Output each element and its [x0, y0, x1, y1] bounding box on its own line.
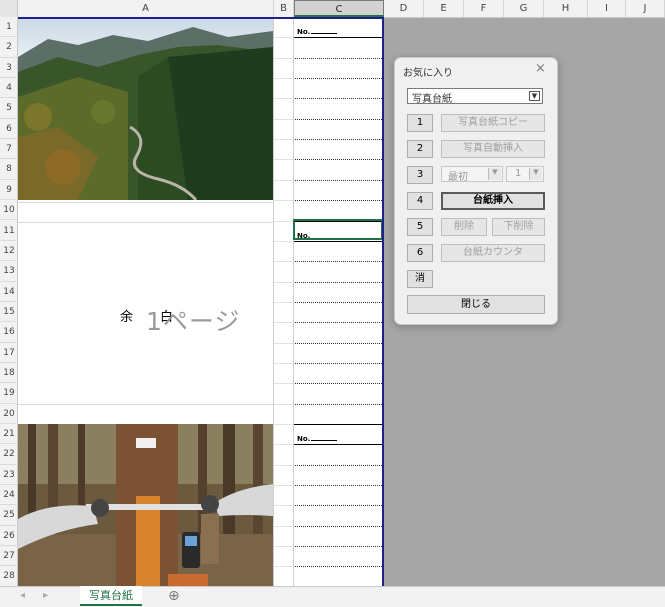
column-header-d[interactable]: D	[384, 0, 424, 17]
add-sheet-icon[interactable]: ⊕	[168, 588, 180, 604]
no-label-3-text: No.	[297, 435, 311, 443]
next-sheet-icon[interactable]: ▸	[43, 590, 48, 601]
blank-label-large: 1ページ	[146, 307, 241, 336]
position-select[interactable]: 最初 ▼	[441, 166, 503, 183]
prev-sheet-icon[interactable]: ◂	[20, 590, 25, 601]
row-header-7[interactable]: 7	[0, 139, 18, 160]
column-header-a[interactable]: A	[18, 0, 274, 17]
delete-button[interactable]: 削除	[441, 218, 487, 236]
template-combobox-value: 写真台紙	[412, 94, 452, 105]
number-6-button[interactable]: 6	[407, 244, 433, 262]
row-header-1[interactable]: 1	[0, 17, 18, 38]
row-header-24[interactable]: 24	[0, 485, 18, 506]
row-header-28[interactable]: 28	[0, 566, 18, 587]
forest-photo[interactable]	[18, 17, 273, 200]
sheet-tab-photo-template[interactable]: 写真台紙	[80, 586, 142, 606]
count-chevron-down-icon: ▼	[529, 168, 542, 180]
position-select-value: 最初	[448, 172, 468, 183]
template-counter-button[interactable]: 台紙カウンタ	[441, 244, 545, 262]
column-header-c[interactable]: C	[294, 0, 384, 17]
row-header-26[interactable]: 26	[0, 526, 18, 547]
no-label-1-text: No.	[297, 28, 311, 36]
row-header-22[interactable]: 22	[0, 444, 18, 465]
row-header-18[interactable]: 18	[0, 363, 18, 384]
insert-template-button[interactable]: 台紙挿入	[441, 192, 545, 210]
row-header-bar: 1 2 3 4 5 6 7 8 9 10 11 12 13 14 15 16 17 18 19 20 21 22 23 24 2…	[0, 17, 18, 587]
tree-measurement-photo-image	[18, 424, 273, 586]
close-icon[interactable]: ×	[535, 61, 546, 76]
auto-insert-button[interactable]: 写真自動挿入	[441, 140, 545, 158]
copy-template-button[interactable]: 写真台紙コピー	[441, 114, 545, 132]
row-header-17[interactable]: 17	[0, 343, 18, 363]
row-header-15[interactable]: 15	[0, 302, 18, 323]
page-break-line-top	[18, 17, 384, 19]
template-combobox[interactable]: 写真台紙 ▼	[407, 88, 543, 105]
position-chevron-down-icon: ▼	[488, 168, 501, 180]
row-header-4[interactable]: 4	[0, 78, 18, 99]
dialog-title: お気に入り	[403, 68, 453, 79]
erase-button[interactable]: 消	[407, 270, 433, 288]
page-break-line-right	[382, 17, 384, 586]
row-header-23[interactable]: 23	[0, 465, 18, 486]
no-label-3: No.	[297, 435, 338, 443]
row-header-21[interactable]: 21	[0, 424, 18, 445]
select-all-corner[interactable]	[0, 0, 18, 17]
row-header-14[interactable]: 14	[0, 282, 18, 302]
row-header-2[interactable]: 2	[0, 37, 18, 58]
column-header-i[interactable]: I	[588, 0, 626, 17]
row-header-8[interactable]: 8	[0, 159, 18, 180]
row-header-6[interactable]: 6	[0, 119, 18, 140]
row-header-20[interactable]: 20	[0, 404, 18, 424]
number-5-button[interactable]: 5	[407, 218, 433, 236]
favorites-dialog: お気に入り × 写真台紙 ▼ 1 写真台紙コピー 2 写真自動挿入 3 最初 ▼…	[394, 57, 558, 325]
row-header-16[interactable]: 16	[0, 322, 18, 343]
column-header-j[interactable]: J	[626, 0, 665, 17]
no-label-1: No.	[297, 28, 338, 36]
number-3-button[interactable]: 3	[407, 166, 433, 184]
row-header-19[interactable]: 19	[0, 383, 18, 404]
column-header-h[interactable]: H	[544, 0, 588, 17]
row-header-5[interactable]: 5	[0, 98, 18, 119]
close-dialog-button[interactable]: 閉じる	[407, 295, 545, 314]
column-header-bar: A B C D E F G H I J	[0, 0, 665, 18]
count-select[interactable]: 1 ▼	[506, 166, 544, 182]
column-header-e[interactable]: E	[424, 0, 464, 17]
forest-photo-image	[18, 17, 273, 200]
selected-cell-c11[interactable]	[293, 219, 383, 240]
blank-page-area: 余 白 1ページ	[18, 222, 273, 403]
number-4-button[interactable]: 4	[407, 192, 433, 210]
row-header-10[interactable]: 10	[0, 200, 18, 221]
row-header-12[interactable]: 12	[0, 241, 18, 262]
row-header-13[interactable]: 13	[0, 261, 18, 282]
tree-measurement-photo[interactable]	[18, 424, 273, 586]
number-2-button[interactable]: 2	[407, 140, 433, 158]
column-header-g[interactable]: G	[504, 0, 544, 17]
column-header-f[interactable]: F	[464, 0, 504, 17]
row-header-11[interactable]: 11	[0, 221, 18, 241]
blank-label-small-1: 余	[120, 310, 134, 325]
row-header-25[interactable]: 25	[0, 505, 18, 526]
row-header-9[interactable]: 9	[0, 180, 18, 201]
row-header-27[interactable]: 27	[0, 546, 18, 567]
chevron-down-icon[interactable]: ▼	[529, 91, 540, 101]
number-1-button[interactable]: 1	[407, 114, 433, 132]
column-header-b[interactable]: B	[274, 0, 294, 17]
row-header-3[interactable]: 3	[0, 58, 18, 79]
count-select-value: 1	[515, 168, 522, 179]
delete-below-button[interactable]: 下削除	[492, 218, 545, 236]
